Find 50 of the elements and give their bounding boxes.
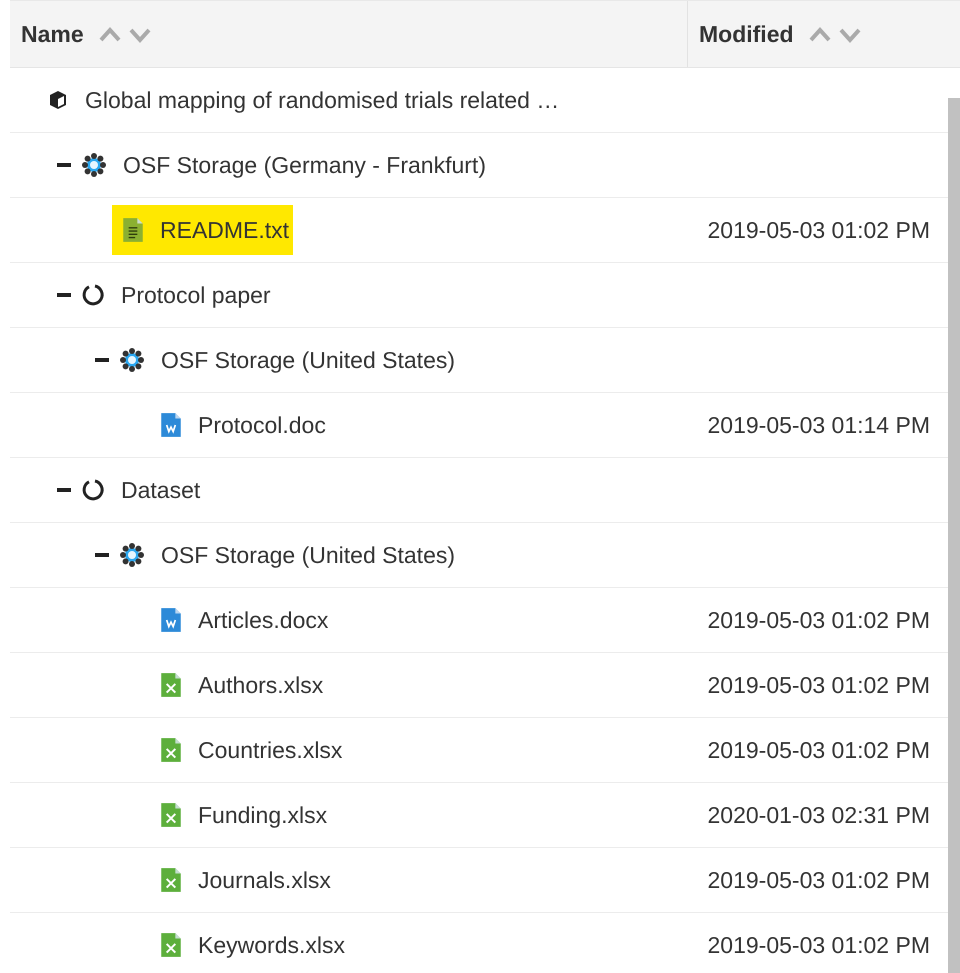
word-file-icon: [160, 412, 182, 438]
collapse-toggle[interactable]: [57, 163, 71, 167]
table-row[interactable]: Funding.xlsx 2020-01-03 02:31 PM: [10, 783, 948, 848]
spreadsheet-file-icon: [160, 737, 182, 763]
spreadsheet-file-icon: [160, 932, 182, 958]
collapse-toggle[interactable]: [95, 358, 109, 362]
collapse-toggle[interactable]: [95, 553, 109, 557]
file-name[interactable]: Protocol.doc: [198, 408, 326, 442]
collapse-toggle[interactable]: [57, 293, 71, 297]
column-header[interactable]: Name: [21, 16, 84, 52]
cube-icon: [47, 89, 69, 111]
storage-icon: [119, 542, 145, 568]
table-row[interactable]: Countries.xlsx 2019-05-03 01:02 PM: [10, 718, 948, 783]
file-name[interactable]: Keywords.xlsx: [198, 928, 345, 962]
sort-icons[interactable]: [98, 25, 152, 43]
table-row[interactable]: Protocol.doc 2019-05-03 01:14 PM: [10, 393, 948, 458]
word-file-icon: [160, 607, 182, 633]
spreadsheet-file-icon: [160, 867, 182, 893]
file-name[interactable]: Journals.xlsx: [198, 862, 331, 898]
modified-date: 2019-05-03 01:02 PM: [708, 866, 930, 893]
text-file-icon: [122, 217, 144, 243]
modified-date: 2019-05-03 01:02 PM: [708, 932, 930, 958]
sort-icons[interactable]: [808, 25, 862, 43]
folder-name[interactable]: OSF Storage (United States): [161, 342, 456, 378]
file-name[interactable]: Articles.docx: [198, 602, 328, 638]
table-row[interactable]: Articles.docx 2019-05-03 01:02 PM: [10, 588, 948, 653]
folder-name[interactable]: Global mapping of randomised trials related …: [85, 82, 560, 118]
modified-date: 2019-05-03 01:14 PM: [708, 412, 930, 438]
collapse-toggle[interactable]: [57, 488, 71, 492]
file-name[interactable]: README.txt: [160, 212, 290, 248]
modified-date: 2019-05-03 01:02 PM: [708, 672, 930, 698]
folder-name[interactable]: Protocol paper: [121, 278, 271, 312]
file-name[interactable]: Countries.xlsx: [198, 732, 342, 768]
scrollbar-thumb[interactable]: [948, 98, 960, 973]
spreadsheet-file-icon: [160, 802, 182, 828]
folder-name[interactable]: OSF Storage (United States): [161, 538, 456, 572]
table-row[interactable]: Journals.xlsx 2019-05-03 01:02 PM: [10, 848, 948, 913]
column-header[interactable]: Modified: [699, 16, 794, 52]
modified-date: 2020-01-03 02:31 PM: [708, 802, 930, 828]
modified-date: 2019-05-03 01:02 PM: [708, 736, 930, 763]
folder-name[interactable]: Dataset: [121, 472, 200, 508]
file-name[interactable]: Funding.xlsx: [198, 798, 328, 832]
folder-name[interactable]: OSF Storage (Germany - Frankfurt): [123, 148, 486, 182]
spreadsheet-file-icon: [160, 672, 182, 698]
storage-icon: [119, 347, 145, 373]
modified-date: 2019-05-03 01:02 PM: [708, 216, 930, 243]
file-name[interactable]: Authors.xlsx: [198, 668, 324, 702]
storage-icon: [81, 152, 107, 178]
modified-date: 2019-05-03 01:02 PM: [708, 606, 930, 633]
table-row[interactable]: Authors.xlsx 2019-05-03 01:02 PM: [10, 653, 948, 718]
